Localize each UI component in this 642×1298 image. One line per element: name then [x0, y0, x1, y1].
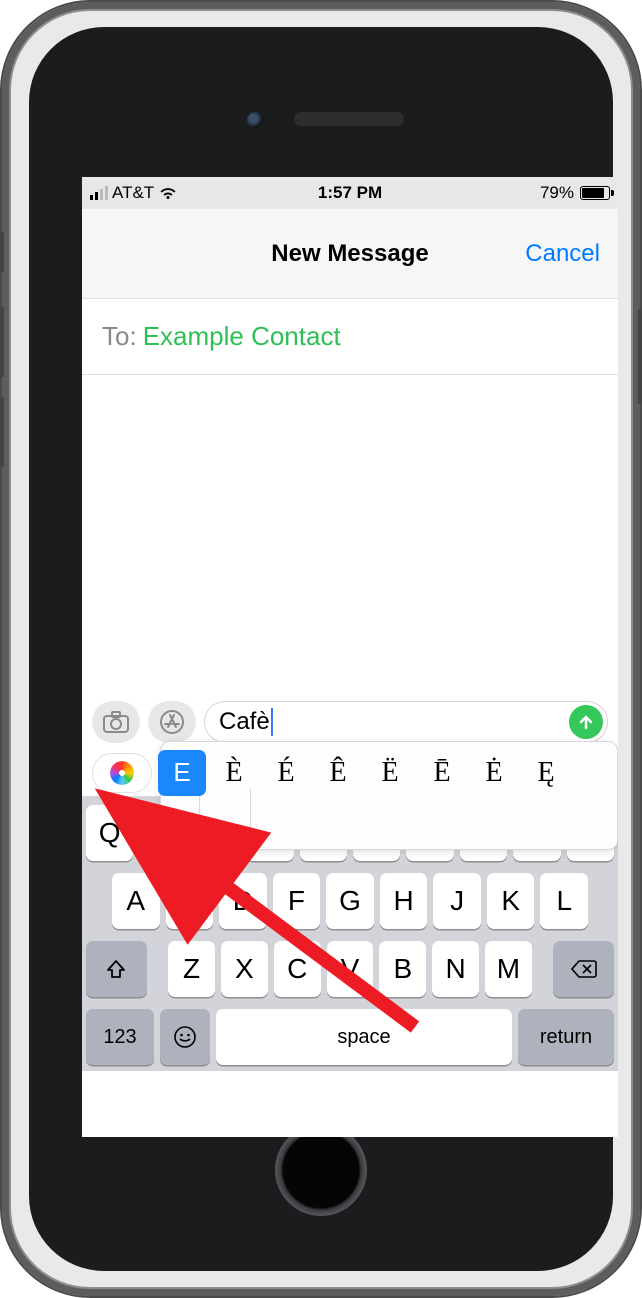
key-j[interactable]: J: [433, 873, 481, 929]
nav-bar: New Message Cancel: [82, 209, 618, 299]
send-button[interactable]: [569, 705, 603, 739]
key-c[interactable]: C: [274, 941, 321, 997]
message-text: Cafè: [219, 708, 270, 735]
earpiece-speaker: [294, 112, 404, 126]
key-numbers[interactable]: 123: [86, 1009, 154, 1065]
screen: AT&T 1:57 PM 79% New Message Cancel To:: [82, 177, 618, 1137]
power-button: [638, 309, 642, 404]
phone-frame: AT&T 1:57 PM 79% New Message Cancel To:: [0, 0, 642, 1298]
to-field-row[interactable]: To: Example Contact: [82, 299, 618, 375]
battery-icon: [580, 186, 610, 200]
key-q[interactable]: Q: [86, 805, 133, 861]
key-return[interactable]: return: [518, 1009, 614, 1065]
accent-key-e-circumflex[interactable]: Ê: [314, 750, 362, 796]
key-z[interactable]: Z: [168, 941, 215, 997]
key-f[interactable]: F: [273, 873, 321, 929]
accent-key-e-diaeresis[interactable]: Ë: [366, 750, 414, 796]
key-d[interactable]: D: [219, 873, 267, 929]
key-v[interactable]: V: [327, 941, 374, 997]
mute-switch: [0, 232, 4, 272]
photos-app-button[interactable]: [92, 753, 152, 793]
accent-options: E È É Ê Ë Ē Ė Ę: [158, 750, 618, 796]
accent-popup-tail: [199, 789, 251, 851]
photos-icon: [110, 761, 134, 785]
front-camera: [247, 112, 263, 128]
status-bar: AT&T 1:57 PM 79%: [82, 177, 618, 209]
volume-up-button: [0, 307, 4, 377]
message-body-area[interactable]: [82, 375, 618, 695]
home-button[interactable]: [275, 1124, 367, 1216]
accent-key-e[interactable]: E: [158, 750, 206, 796]
accent-picker-row: E È É Ê Ë Ē Ė Ę: [82, 749, 618, 797]
key-backspace[interactable]: [553, 941, 614, 997]
camera-button[interactable]: [92, 701, 140, 743]
accent-key-e-grave[interactable]: È: [210, 750, 258, 796]
key-n[interactable]: N: [432, 941, 479, 997]
key-l[interactable]: L: [540, 873, 588, 929]
key-s[interactable]: S: [166, 873, 214, 929]
accent-key-e-acute[interactable]: É: [262, 750, 310, 796]
key-emoji[interactable]: [160, 1009, 210, 1065]
accent-key-e-ogonek[interactable]: Ę: [522, 750, 570, 796]
key-g[interactable]: G: [326, 873, 374, 929]
accent-key-e-dot[interactable]: Ė: [470, 750, 518, 796]
to-contact: Example Contact: [143, 321, 341, 352]
text-cursor: [271, 708, 273, 736]
key-k[interactable]: K: [487, 873, 535, 929]
volume-down-button: [0, 397, 4, 467]
key-h[interactable]: H: [380, 873, 428, 929]
cancel-button[interactable]: Cancel: [525, 240, 600, 268]
key-m[interactable]: M: [485, 941, 532, 997]
accent-key-e-macron[interactable]: Ē: [418, 750, 466, 796]
key-a[interactable]: A: [112, 873, 160, 929]
clock: 1:57 PM: [82, 183, 618, 203]
app-store-button[interactable]: [148, 701, 196, 743]
phone-bezel: AT&T 1:57 PM 79% New Message Cancel To:: [29, 27, 613, 1271]
key-shift[interactable]: [86, 941, 147, 997]
key-space[interactable]: space: [216, 1009, 512, 1065]
message-input[interactable]: Cafè: [204, 701, 608, 743]
page-title: New Message: [271, 240, 428, 268]
key-x[interactable]: X: [221, 941, 268, 997]
to-label: To:: [102, 321, 137, 352]
key-b[interactable]: B: [379, 941, 426, 997]
